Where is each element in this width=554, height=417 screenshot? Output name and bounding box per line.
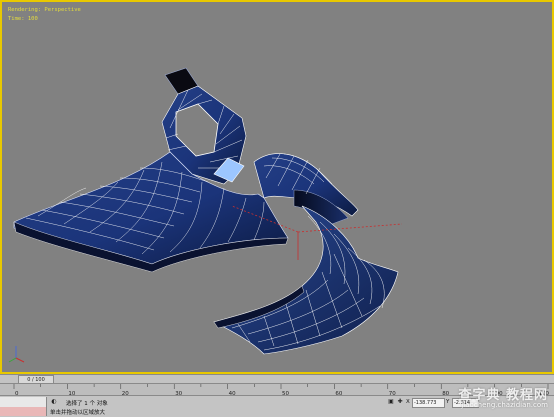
viewport-label-line1[interactable]: Rendering: Perspective	[8, 6, 81, 15]
x-coord-label: X	[406, 399, 410, 405]
prompt-line: 单击并拖动以区域放大	[50, 410, 106, 416]
y-coord-field[interactable]: -2.314	[452, 398, 479, 408]
selection-status: 选择了 1 个 对象	[66, 401, 108, 407]
maxscript-output[interactable]	[0, 407, 46, 416]
lock-icon[interactable]: ▣	[387, 398, 395, 406]
status-bar: ◐ 选择了 1 个 对象 单击并拖动以区域放大 ▣ ✚ X -138.773 Y…	[0, 395, 554, 417]
x-coord-field[interactable]: -138.773	[412, 398, 445, 408]
perspective-viewport[interactable]: Rendering: Perspective Time: 100	[0, 0, 554, 374]
cursor-icon[interactable]: ✚	[396, 398, 404, 406]
maxscript-listener[interactable]	[0, 397, 47, 416]
y-axis-icon	[8, 357, 17, 363]
y-coord-label: Y	[446, 399, 450, 405]
viewport-label[interactable]: Rendering: Perspective Time: 100	[8, 6, 81, 24]
scene-canvas[interactable]	[2, 2, 554, 374]
hood-main-panel[interactable]	[13, 151, 289, 273]
teapot-icon[interactable]: ◐	[50, 398, 58, 406]
x-axis-icon	[15, 357, 25, 363]
viewport-label-line2: Time: 100	[8, 16, 38, 22]
view-axis-gizmo	[8, 346, 25, 363]
